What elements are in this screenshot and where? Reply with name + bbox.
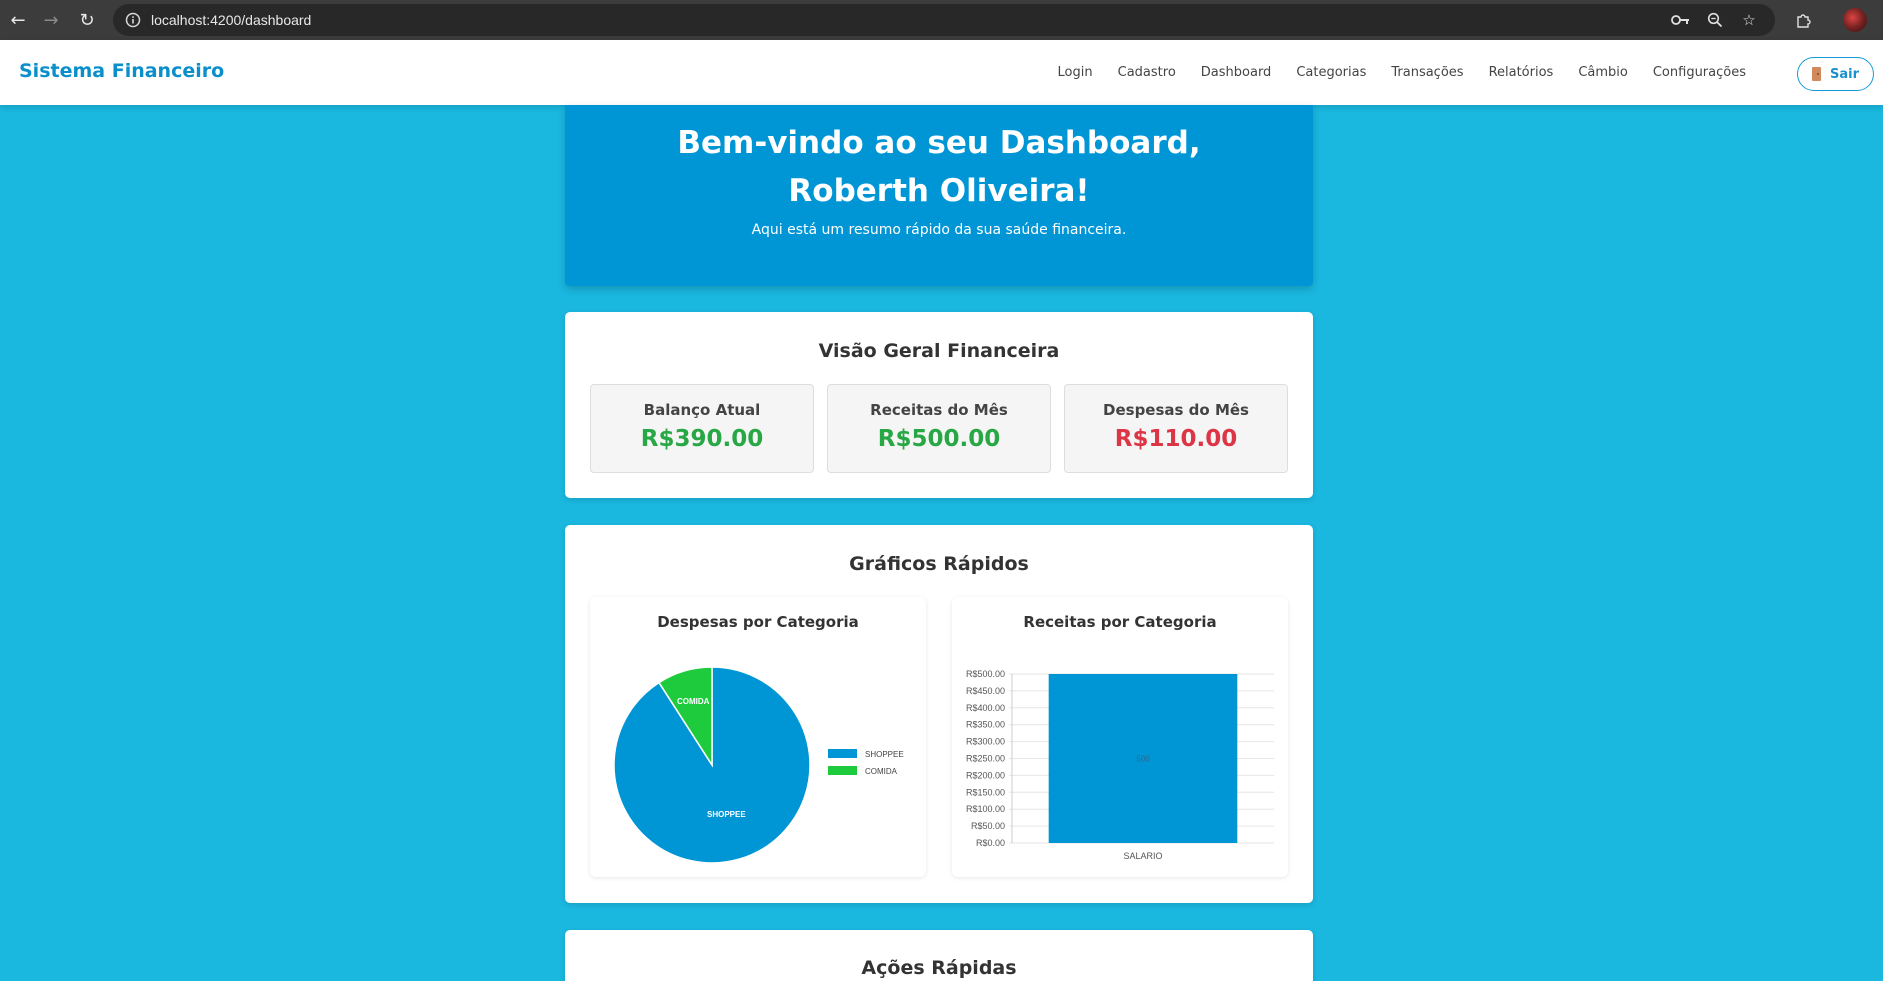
stat-value: R$500.00	[877, 426, 1001, 452]
actions-title: Ações Rápidas	[861, 957, 1017, 979]
overview-title: Visão Geral Financeira	[818, 340, 1060, 362]
nav-link-login[interactable]: Login	[1058, 65, 1093, 80]
welcome-subtitle: Aqui está um resumo rápido da sua saúde …	[751, 222, 1127, 238]
forward-icon[interactable]: →	[33, 2, 69, 38]
stat-label: Despesas do Mês	[1103, 401, 1249, 419]
legend-swatch	[828, 766, 857, 775]
y-tick-label: R$400.00	[966, 703, 1005, 713]
charts-section-title: Gráficos Rápidos	[849, 553, 1029, 575]
y-tick-label: R$0.00	[976, 838, 1005, 848]
y-tick-label: R$250.00	[966, 754, 1005, 764]
y-tick-label: R$100.00	[966, 804, 1005, 814]
x-tick-label: SALARIO	[1123, 851, 1162, 861]
zoom-icon[interactable]	[1703, 8, 1727, 32]
charts-card: Gráficos Rápidos Despesas por Categoria …	[565, 525, 1313, 903]
pie-chart: SHOPPEE COMIDA SHOPPEE COMIDA	[613, 666, 904, 864]
welcome-title: Bem-vindo ao seu Dashboard, Roberth Oliv…	[677, 125, 1201, 209]
overview-card: Visão Geral Financeira Balanço Atual R$3…	[565, 312, 1313, 498]
bar-chart-panel: Receitas por Categoria R$0.00 R$50.00 R$10…	[952, 597, 1288, 877]
stat-label: Balanço Atual	[643, 401, 761, 419]
stat-balance: Balanço Atual R$390.00	[590, 384, 814, 473]
y-tick-label: R$350.00	[966, 720, 1005, 730]
door-icon	[1811, 67, 1821, 81]
app-navbar: Sistema Financeiro Login Cadastro Dashbo…	[0, 40, 1883, 105]
nav-link-dashboard[interactable]: Dashboard	[1201, 65, 1272, 80]
welcome-banner: Bem-vindo ao seu Dashboard, Roberth Oliv…	[565, 105, 1313, 286]
brand-logo[interactable]: Sistema Financeiro	[19, 60, 224, 82]
logout-label: Sair	[1829, 66, 1859, 82]
stat-value: R$110.00	[1114, 426, 1238, 452]
y-tick-label: R$300.00	[966, 737, 1005, 747]
site-info-icon[interactable]	[119, 6, 147, 34]
actions-card: Ações Rápidas	[565, 930, 1313, 981]
nav-link-transacoes[interactable]: Transações	[1391, 65, 1463, 80]
stat-label: Receitas do Mês	[870, 401, 1008, 419]
pie-chart-panel: Despesas por Categoria SHOPPEE COMIDA SHOP…	[590, 597, 926, 877]
profile-avatar[interactable]	[1843, 8, 1867, 32]
browser-toolbar: ← → ↻ localhost:4200/dashboard ☆	[0, 0, 1883, 40]
nav-links: Login Cadastro Dashboard Categorias Tran…	[1033, 40, 1746, 105]
pie-slice-label: SHOPPEE	[707, 810, 746, 819]
pie-slice-label: COMIDA	[677, 697, 710, 706]
back-icon[interactable]: ←	[0, 2, 36, 38]
nav-link-cambio[interactable]: Câmbio	[1578, 65, 1628, 80]
stat-income: Receitas do Mês R$500.00	[827, 384, 1051, 473]
reload-icon[interactable]: ↻	[69, 2, 105, 38]
nav-link-configuracoes[interactable]: Configurações	[1653, 65, 1746, 80]
y-tick-label: R$50.00	[971, 821, 1005, 831]
nav-link-categorias[interactable]: Categorias	[1296, 65, 1366, 80]
y-tick-label: R$500.00	[966, 669, 1005, 679]
bar-data-label: 500	[1136, 755, 1150, 764]
bar-chart: R$0.00 R$50.00 R$100.00 R$150.00 R$200.00 R$2…	[966, 669, 1274, 861]
legend-label[interactable]: SHOPPEE	[865, 750, 904, 759]
key-icon[interactable]	[1669, 8, 1693, 32]
nav-link-cadastro[interactable]: Cadastro	[1118, 65, 1176, 80]
stat-expenses: Despesas do Mês R$110.00	[1064, 384, 1288, 473]
legend-swatch	[828, 749, 857, 758]
nav-link-relatorios[interactable]: Relatórios	[1489, 65, 1554, 80]
logout-button[interactable]: Sair	[1797, 57, 1874, 91]
legend-label[interactable]: COMIDA	[865, 767, 898, 776]
url-text: localhost:4200/dashboard	[151, 12, 312, 28]
address-bar[interactable]: localhost:4200/dashboard ☆	[113, 4, 1775, 36]
y-tick-label: R$150.00	[966, 787, 1005, 797]
extensions-icon[interactable]	[1790, 6, 1818, 34]
stat-value: R$390.00	[640, 426, 764, 452]
bookmark-star-icon[interactable]: ☆	[1737, 8, 1761, 32]
y-tick-label: R$200.00	[966, 770, 1005, 780]
y-tick-label: R$450.00	[966, 686, 1005, 696]
